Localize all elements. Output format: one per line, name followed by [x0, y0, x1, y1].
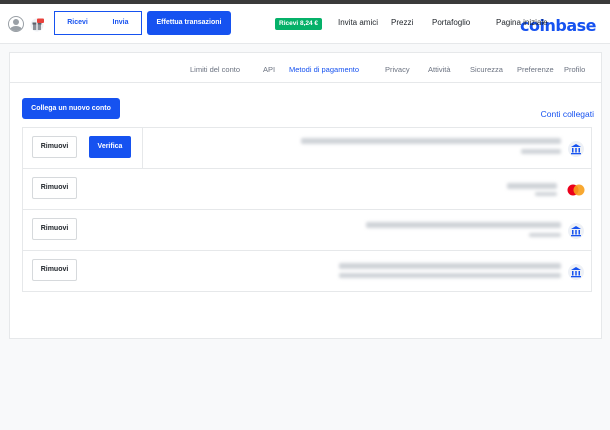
card-name-redacted: [507, 183, 557, 189]
account-row: Rimuovi: [23, 210, 591, 251]
verify-button[interactable]: Verifica: [89, 136, 131, 158]
settings-panel: Profilo Preferenze Sicurezza Attività Pr…: [9, 52, 602, 339]
card-detail-redacted: [535, 192, 557, 196]
linked-accounts-title: Conti collegati: [540, 109, 594, 119]
remove-button[interactable]: Rimuovi: [32, 177, 77, 199]
account-row: Rimuovi Verifica: [23, 128, 591, 169]
nav-invite-friends[interactable]: Invita amici: [338, 18, 378, 27]
account-detail-redacted: [521, 149, 561, 154]
nav-portfolio[interactable]: Portafoglio: [432, 18, 470, 27]
tab-api[interactable]: API: [263, 65, 275, 74]
tab-activity[interactable]: Attività: [428, 65, 451, 74]
tab-preferences[interactable]: Preferenze: [517, 65, 554, 74]
bank-icon: [568, 223, 584, 239]
tab-security[interactable]: Sicurezza: [470, 65, 503, 74]
nav-prices[interactable]: Prezzi: [391, 18, 413, 27]
mastercard-icon: [567, 184, 585, 196]
remove-button[interactable]: Rimuovi: [32, 259, 77, 281]
transact-button[interactable]: Effettua transazioni: [147, 11, 231, 35]
tab-account-limits[interactable]: Limiti del conto: [190, 65, 240, 74]
tab-payment-methods[interactable]: Metodi di pagamento: [289, 65, 359, 74]
account-row: Rimuovi: [23, 169, 591, 210]
account-detail-redacted: [339, 273, 561, 278]
nav-home[interactable]: Pagina iniziale: [496, 18, 548, 27]
link-new-account-button[interactable]: Collega un nuovo conto: [22, 98, 120, 119]
avatar[interactable]: [8, 16, 24, 32]
send-button[interactable]: Invia: [99, 11, 142, 35]
tab-privacy[interactable]: Privacy: [385, 65, 410, 74]
linked-accounts-list: Rimuovi Verifica Rimuovi Rimuovi Rimuovi: [22, 127, 592, 292]
receive-button[interactable]: Ricevi: [54, 11, 100, 35]
reward-badge[interactable]: Ricevi 8,24 €: [275, 18, 323, 30]
gift-icon[interactable]: [30, 18, 44, 32]
account-name-redacted: [301, 138, 561, 144]
bank-icon: [568, 264, 584, 280]
remove-button[interactable]: Rimuovi: [32, 218, 77, 240]
tab-profile[interactable]: Profilo: [564, 65, 585, 74]
account-name-redacted: [366, 222, 561, 228]
account-detail-redacted: [529, 233, 561, 237]
header: coinbase Pagina iniziale Portafoglio Pre…: [0, 4, 610, 44]
account-name-redacted: [339, 263, 561, 269]
remove-button[interactable]: Rimuovi: [32, 136, 77, 158]
bank-icon: [568, 141, 584, 157]
account-row: Rimuovi: [23, 251, 591, 292]
settings-tabs: Profilo Preferenze Sicurezza Attività Pr…: [10, 53, 601, 83]
